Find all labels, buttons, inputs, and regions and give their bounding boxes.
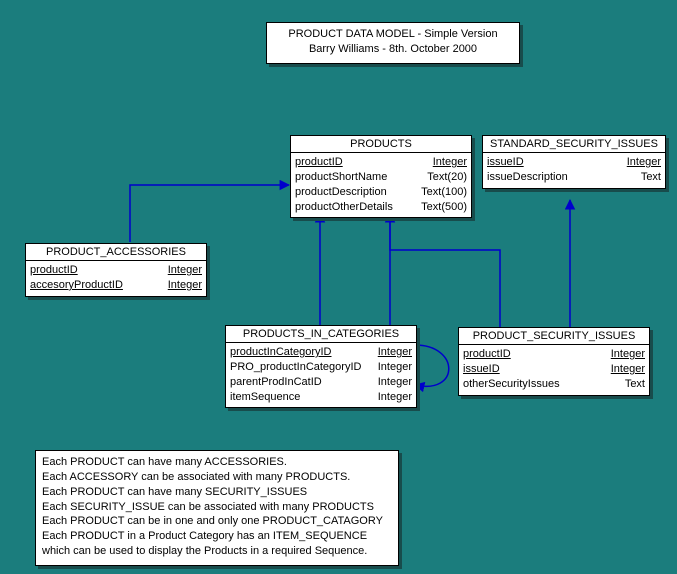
title-line1: PRODUCT DATA MODEL - Simple Version <box>273 27 513 42</box>
notes-box: Each PRODUCT can have many ACCESSORIES. … <box>35 450 399 566</box>
field-row: accesoryProductIDInteger <box>30 278 202 293</box>
title-line2: Barry Williams - 8th. October 2000 <box>273 42 513 57</box>
field-row: productIDInteger <box>463 347 645 362</box>
entity-body: issueIDInteger issueDescriptionText <box>483 153 665 188</box>
field-row: productShortNameText(20) <box>295 170 467 185</box>
entity-header: PRODUCT_SECURITY_ISSUES <box>459 328 649 345</box>
entity-body: productInCategoryIDInteger PRO_productIn… <box>226 343 416 407</box>
note-line: Each SECURITY_ISSUE can be associated wi… <box>42 500 392 515</box>
entity-header: PRODUCT_ACCESSORIES <box>26 244 206 261</box>
entity-header: PRODUCTS_IN_CATEGORIES <box>226 326 416 343</box>
entity-standard-security-issues: STANDARD_SECURITY_ISSUES issueIDInteger … <box>482 135 666 189</box>
field-row: productIDInteger <box>295 155 467 170</box>
field-row: issueIDInteger <box>463 362 645 377</box>
field-row: issueDescriptionText <box>487 170 661 185</box>
field-row: otherSecurityIssuesText <box>463 377 645 392</box>
entity-body: productIDInteger accesoryProductIDIntege… <box>26 261 206 296</box>
field-row: productIDInteger <box>30 263 202 278</box>
note-line: Each PRODUCT can have many ACCESSORIES. <box>42 455 392 470</box>
note-line: Each PRODUCT in a Product Category has a… <box>42 529 392 544</box>
diagram-title: PRODUCT DATA MODEL - Simple Version Barr… <box>266 22 520 64</box>
field-row: productOtherDetailsText(500) <box>295 200 467 215</box>
field-row: itemSequenceInteger <box>230 390 412 405</box>
field-row: PRO_productInCategoryIDInteger <box>230 360 412 375</box>
entity-products-in-categories: PRODUCTS_IN_CATEGORIES productInCategory… <box>225 325 417 408</box>
note-line: which can be used to display the Product… <box>42 544 392 559</box>
note-line: Each ACCESSORY can be associated with ma… <box>42 470 392 485</box>
field-row: parentProdInCatIDInteger <box>230 375 412 390</box>
entity-header: STANDARD_SECURITY_ISSUES <box>483 136 665 153</box>
note-line: Each PRODUCT can be in one and only one … <box>42 514 392 529</box>
entity-body: productIDInteger issueIDInteger otherSec… <box>459 345 649 395</box>
entity-product-security-issues: PRODUCT_SECURITY_ISSUES productIDInteger… <box>458 327 650 396</box>
entity-products: PRODUCTS productIDInteger productShortNa… <box>290 135 472 218</box>
field-row: issueIDInteger <box>487 155 661 170</box>
entity-header: PRODUCTS <box>291 136 471 153</box>
field-row: productInCategoryIDInteger <box>230 345 412 360</box>
field-row: productDescriptionText(100) <box>295 185 467 200</box>
entity-product-accessories: PRODUCT_ACCESSORIES productIDInteger acc… <box>25 243 207 297</box>
entity-body: productIDInteger productShortNameText(20… <box>291 153 471 217</box>
note-line: Each PRODUCT can have many SECURITY_ISSU… <box>42 485 392 500</box>
